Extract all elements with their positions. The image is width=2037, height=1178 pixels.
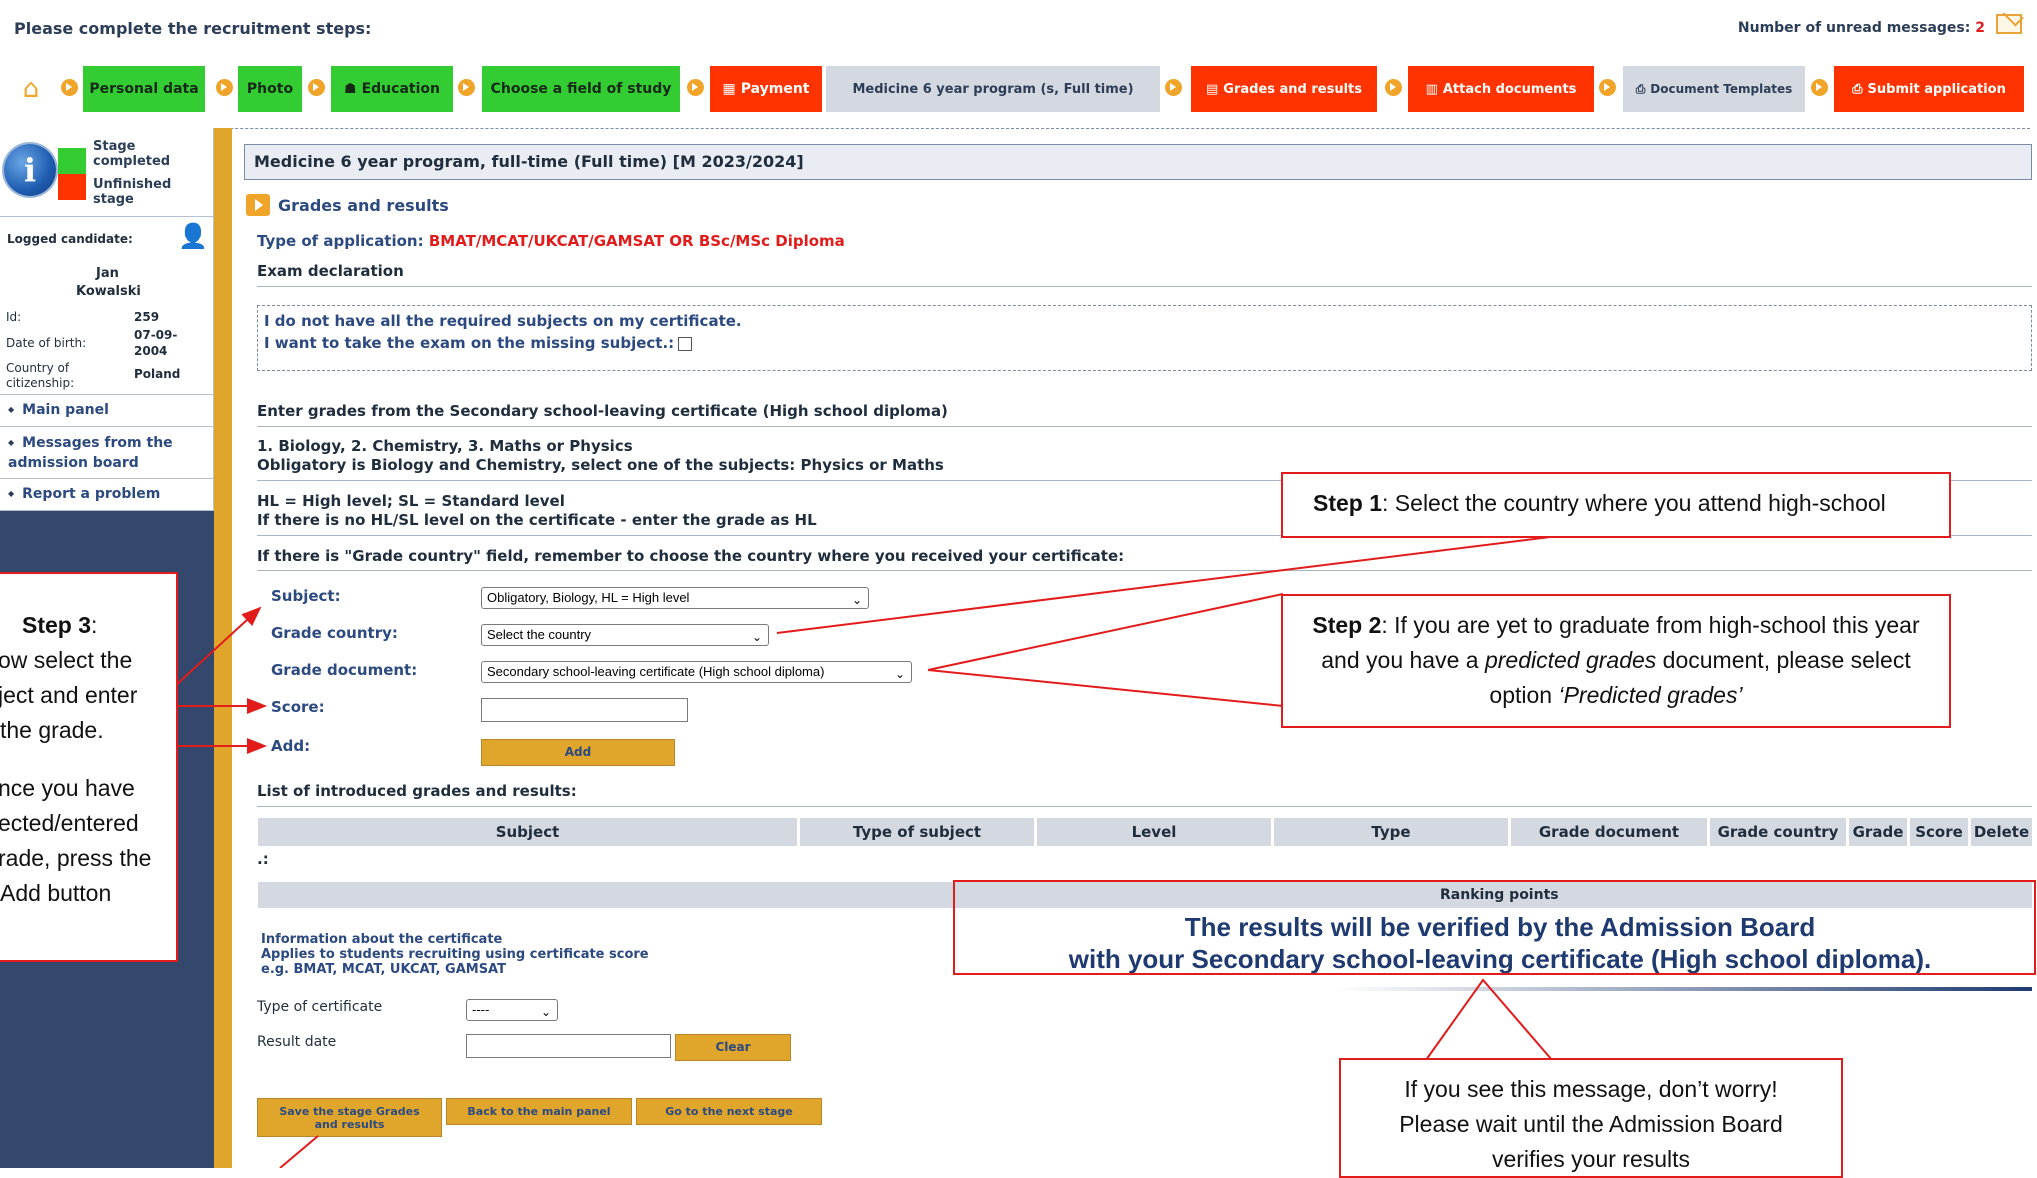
annotation-arrows: [175, 535, 2036, 1168]
step3-line-4: nce you have: [0, 775, 135, 801]
step2-italic: predicted grades: [1484, 647, 1657, 673]
verify-highlight-box: [953, 880, 2036, 975]
step2-option: ‘Predicted grades’: [1558, 682, 1743, 708]
step3-line-3: the grade.: [0, 717, 104, 743]
step3-line-5: ected/entered: [0, 810, 139, 836]
step3-heading: Step 3:: [22, 608, 97, 643]
worry-annotation: If you see this message, don’t worry! Pl…: [1339, 1058, 1843, 1178]
step3-colon: :: [91, 612, 98, 638]
step3-line-7: Add button: [0, 880, 112, 906]
step2-callout-edge-b: [927, 669, 1284, 707]
step2-annotation: Step 2: If you are yet to graduate from …: [1281, 594, 1951, 728]
step3-annotation: Step 3: ow select the ject and enter the…: [0, 572, 178, 962]
step3-line-6: rade, press the: [0, 845, 152, 871]
step3-bold: Step 3: [22, 612, 92, 638]
worry-line-2: Please wait until the Admission Board: [1399, 1111, 1783, 1137]
worry-callout-pointer: [1425, 978, 1553, 1061]
save-callout-line: [279, 1135, 319, 1168]
step3-line-1: ow select the: [0, 647, 133, 673]
step2-callout-edge-a: [927, 593, 1284, 671]
step3-line-2: ject and enter: [0, 682, 138, 708]
worry-line-1: If you see this message, don’t worry!: [1404, 1076, 1778, 1102]
step1-bold: Step 1: [1313, 490, 1383, 516]
step3-arrow-subject: [175, 606, 262, 686]
step1-text: : Select the country where you attend hi…: [1382, 490, 1886, 516]
step1-annotation: Step 1: Select the country where you att…: [1281, 472, 1951, 538]
step2-bold: Step 2: [1312, 612, 1382, 638]
worry-line-3: verifies your results: [1491, 1146, 1691, 1172]
